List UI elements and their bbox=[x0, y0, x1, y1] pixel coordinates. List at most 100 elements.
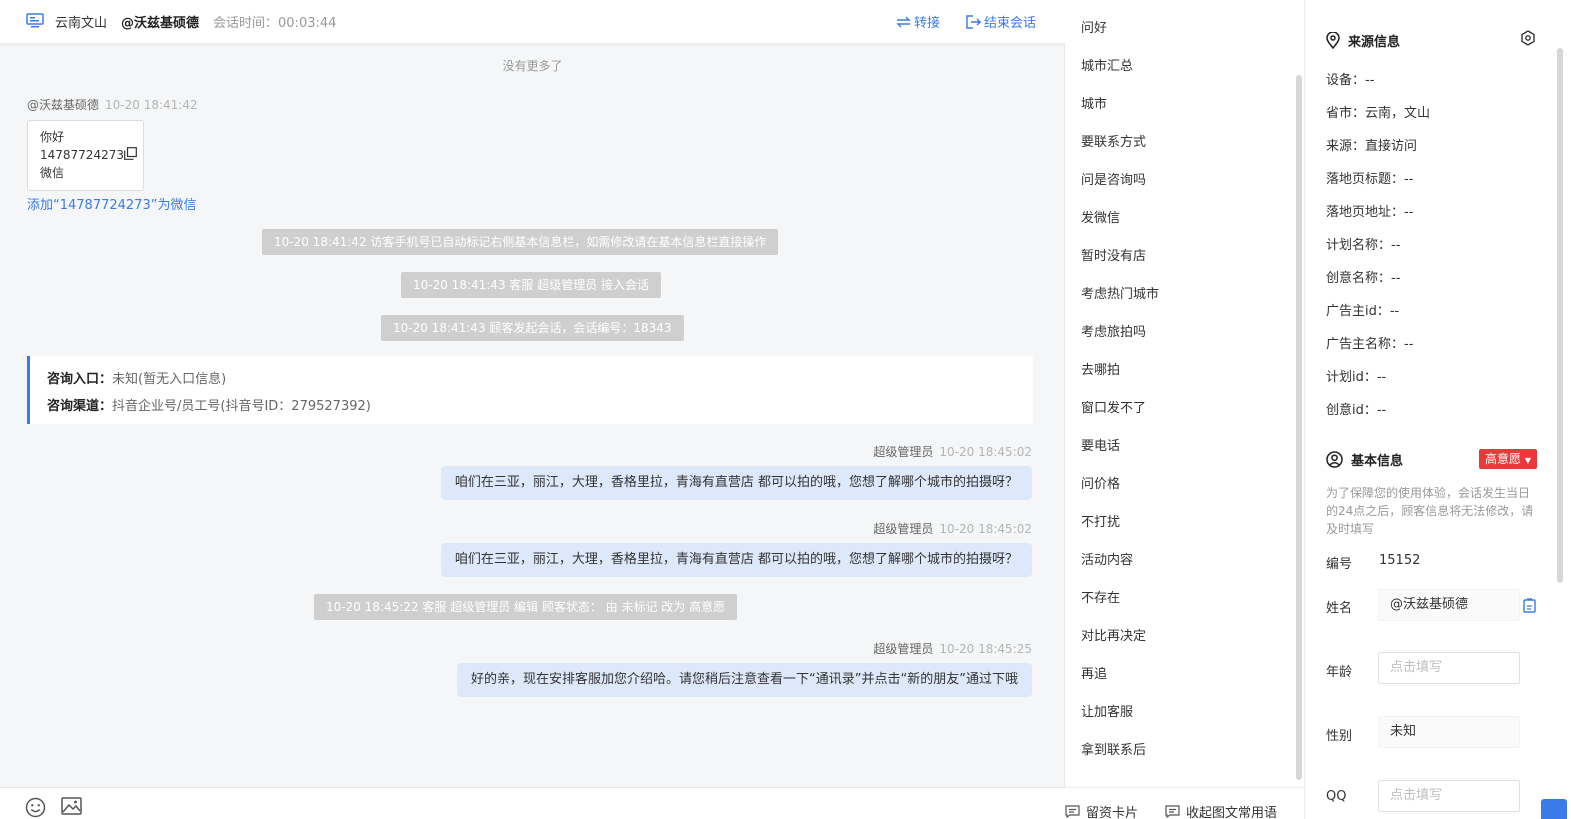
message-card-icon bbox=[1165, 805, 1180, 818]
quick-reply-item[interactable]: 不打扰 bbox=[1081, 511, 1120, 530]
lead-card-button[interactable]: 留资卡片 bbox=[1065, 802, 1138, 819]
age-placeholder: 点击填写 bbox=[1390, 660, 1443, 675]
info-panel-scrollbar[interactable] bbox=[1557, 48, 1563, 583]
edit-notice: 为了保障您的使用体验，会话发生当日的24点之后，顾客信息将无法修改，请及时填写 bbox=[1326, 486, 1534, 536]
composer-toolbar bbox=[0, 787, 1065, 819]
basic-info-heading: 基本信息 bbox=[1326, 450, 1403, 469]
qq-label: QQ bbox=[1326, 789, 1347, 804]
gender-label: 性别 bbox=[1326, 729, 1353, 744]
quick-reply-item[interactable]: 活动内容 bbox=[1081, 549, 1133, 568]
sender-name: 超级管理员 bbox=[873, 522, 934, 536]
agent-message-bubble: 咱们在三亚，丽江，大理，香格里拉，青海有直营店 都可以拍的哦，您想了解哪个城市的… bbox=[440, 466, 1032, 500]
edit-note-icon[interactable] bbox=[1523, 598, 1537, 613]
collapse-phrases-button[interactable]: 收起图文常用语 bbox=[1165, 802, 1277, 819]
quick-reply-item[interactable]: 问好 bbox=[1081, 17, 1107, 36]
quick-reply-item[interactable]: 暂时没有店 bbox=[1081, 245, 1146, 264]
system-message: 10-20 18:41:42 访客手机号已自动标记右侧基本信息栏，如需修改请在基… bbox=[262, 229, 779, 255]
visitor-name: @沃兹基硕德 bbox=[121, 16, 200, 31]
consult-channel-row: 咨询渠道：抖音企业号/员工号(抖音号ID：279527392) bbox=[47, 399, 371, 414]
visitor-message-bubble: 你好 14787724273 微信 bbox=[27, 120, 144, 191]
customer-info-panel: 来源信息 设备：-- 省市：云南，文山 来源：直接访问 落地页标题：-- 落地页… bbox=[1304, 0, 1571, 819]
quick-reply-item[interactable]: 要电话 bbox=[1081, 435, 1120, 454]
visitor-message-meta: @沃兹基硕德 10-20 18:41:42 bbox=[27, 96, 198, 113]
agent-message-bubble: 咱们在三亚，丽江，大理，香格里拉，青海有直营店 都可以拍的哦，您想了解哪个城市的… bbox=[440, 543, 1032, 577]
number-value: 15152 bbox=[1379, 553, 1421, 568]
basic-info-title: 基本信息 bbox=[1351, 454, 1404, 469]
sender-name: 超级管理员 bbox=[873, 642, 934, 656]
quick-reply-item[interactable]: 让加客服 bbox=[1081, 701, 1133, 720]
transfer-button[interactable]: 转接 bbox=[896, 12, 940, 31]
lead-card-label: 留资卡片 bbox=[1086, 806, 1139, 819]
source-plan-id: 计划id：-- bbox=[1326, 370, 1387, 385]
system-message: 10-20 18:41:43 顾客发起会话，会话编号：18343 bbox=[381, 315, 684, 341]
quick-reply-item[interactable]: 去哪拍 bbox=[1081, 359, 1120, 378]
gender-select[interactable]: 未知 bbox=[1378, 716, 1520, 748]
source-info-title: 来源信息 bbox=[1348, 35, 1401, 50]
quick-reply-panel: 问好 城市汇总 城市 要联系方式 问是咨询吗 发微信 暂时没有店 考虑热门城市 … bbox=[1065, 0, 1304, 819]
sender-name: 超级管理员 bbox=[873, 445, 934, 459]
floating-action-button[interactable] bbox=[1541, 799, 1567, 819]
quick-reply-item[interactable]: 发微信 bbox=[1081, 207, 1120, 226]
source-info-heading: 来源信息 bbox=[1326, 31, 1400, 50]
transfer-icon bbox=[896, 16, 911, 27]
name-field[interactable]: @沃兹基硕德 bbox=[1378, 589, 1520, 621]
user-circle-icon bbox=[1326, 451, 1343, 468]
add-wechat-link[interactable]: 添加“14787724273”为微信 bbox=[27, 194, 196, 213]
message-time: 10-20 18:45:25 bbox=[939, 642, 1032, 656]
quick-reply-item[interactable]: 对比再决定 bbox=[1081, 625, 1146, 644]
image-icon[interactable] bbox=[61, 797, 82, 815]
quick-reply-scrollbar[interactable] bbox=[1296, 75, 1302, 780]
monitor-icon bbox=[26, 13, 44, 28]
message-phone-line: 14787724273 bbox=[40, 146, 143, 164]
system-message: 10-20 18:41:43 客服 超级管理员 接入会话 bbox=[401, 272, 662, 298]
session-time: 会话时间：00:03:44 bbox=[213, 16, 337, 31]
system-message: 10-20 18:45:22 客服 超级管理员 编辑 顾客状态： 由 未标记 改… bbox=[314, 594, 738, 620]
quick-reply-item[interactable]: 问价格 bbox=[1081, 473, 1120, 492]
source-device: 设备：-- bbox=[1326, 73, 1375, 88]
chat-header: 云南文山 @沃兹基硕德 会话时间：00:03:44 转接 结束会话 bbox=[0, 0, 1065, 44]
source-advertiser-id: 广告主id：-- bbox=[1326, 304, 1400, 319]
transfer-label: 转接 bbox=[914, 16, 941, 31]
qq-field[interactable]: 点击填写 bbox=[1378, 780, 1520, 812]
quick-reply-item[interactable]: 问是咨询吗 bbox=[1081, 169, 1146, 188]
agent-message-bubble: 好的亲，现在安排客服加您介绍哈。请您稍后注意查看一下“通讯录”并点击“新的朋友”… bbox=[457, 663, 1032, 697]
chat-workspace: 云南文山 @沃兹基硕德 会话时间：00:03:44 转接 结束会话 没有更多了 bbox=[0, 0, 1571, 819]
quick-reply-item[interactable]: 考虑旅拍吗 bbox=[1081, 321, 1146, 340]
quick-reply-footer: 留资卡片 收起图文常用语 bbox=[1065, 787, 1304, 819]
settings-icon[interactable] bbox=[1520, 30, 1536, 46]
quick-reply-item[interactable]: 城市汇总 bbox=[1081, 55, 1133, 74]
message-time: 10-20 18:45:02 bbox=[939, 522, 1032, 536]
location-pin-icon bbox=[1326, 32, 1340, 49]
message-card-icon bbox=[1065, 805, 1080, 818]
agent-message-meta: 超级管理员 10-20 18:45:02 bbox=[873, 520, 1032, 537]
source-landing-url: 落地页地址：-- bbox=[1326, 205, 1414, 220]
end-session-label: 结束会话 bbox=[984, 16, 1037, 31]
sender-name: @沃兹基硕德 bbox=[27, 98, 100, 112]
phone-number: 14787724273 bbox=[40, 148, 124, 162]
copy-icon[interactable] bbox=[124, 147, 137, 160]
source-plan-name: 计划名称：-- bbox=[1326, 238, 1401, 253]
source-advertiser-name: 广告主名称：-- bbox=[1326, 337, 1414, 352]
quick-reply-item[interactable]: 再追 bbox=[1081, 663, 1107, 682]
quick-reply-item[interactable]: 窗口发不了 bbox=[1081, 397, 1146, 416]
visitor-location: 云南文山 bbox=[55, 16, 108, 31]
source-province-city: 省市：云南，文山 bbox=[1326, 106, 1431, 121]
emoji-icon[interactable] bbox=[25, 797, 46, 818]
qq-placeholder: 点击填写 bbox=[1390, 788, 1443, 803]
quick-reply-item[interactable]: 拿到联系后 bbox=[1081, 739, 1146, 758]
quick-reply-item[interactable]: 考虑热门城市 bbox=[1081, 283, 1159, 302]
source-origin: 来源：直接访问 bbox=[1326, 139, 1418, 154]
intent-badge[interactable]: 高意愿 ▼ bbox=[1479, 449, 1537, 469]
agent-message-meta: 超级管理员 10-20 18:45:25 bbox=[873, 640, 1032, 657]
message-time: 10-20 18:41:42 bbox=[105, 98, 198, 112]
quick-reply-item[interactable]: 城市 bbox=[1081, 93, 1107, 112]
name-label: 姓名 bbox=[1326, 601, 1353, 616]
agent-message-meta: 超级管理员 10-20 18:45:02 bbox=[873, 443, 1032, 460]
logout-icon bbox=[966, 14, 981, 29]
end-session-button[interactable]: 结束会话 bbox=[966, 12, 1036, 31]
source-landing-title: 落地页标题：-- bbox=[1326, 172, 1414, 187]
quick-reply-item[interactable]: 要联系方式 bbox=[1081, 131, 1146, 150]
age-field[interactable]: 点击填写 bbox=[1378, 652, 1520, 684]
quick-reply-item[interactable]: 不存在 bbox=[1081, 587, 1120, 606]
collapse-phrases-label: 收起图文常用语 bbox=[1186, 806, 1278, 819]
